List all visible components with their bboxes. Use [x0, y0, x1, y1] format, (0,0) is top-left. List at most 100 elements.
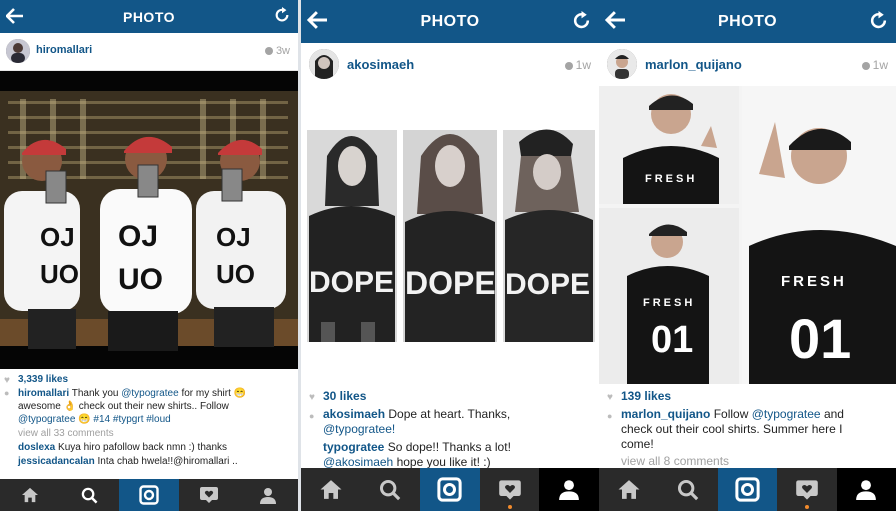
- activity-icon: [199, 487, 218, 503]
- post-photo[interactable]: OJ UO OJ UO OJ UO: [0, 71, 298, 369]
- search-icon: [380, 479, 401, 500]
- comment: jessicadancalan Inta chab hwela!!@hiroma…: [18, 456, 238, 467]
- profile-icon: [856, 480, 877, 500]
- profile-icon: [559, 480, 580, 500]
- post-caption: ♥ 3,339 likes ● hiromallari Thank you @typ…: [0, 373, 298, 468]
- caption-username[interactable]: marlon_quijano: [621, 407, 710, 421]
- avatar[interactable]: [309, 49, 339, 79]
- camera-icon: [139, 485, 159, 505]
- top-bar: PHOTO: [599, 0, 896, 43]
- mention-link[interactable]: @akosimaeh: [323, 455, 393, 469]
- svg-text:UO: UO: [216, 259, 255, 289]
- tab-profile[interactable]: [238, 479, 298, 511]
- tab-search[interactable]: [361, 468, 421, 511]
- caption-username[interactable]: hiromallari: [18, 388, 69, 399]
- panel-marlon-quijano: PHOTO marlon_quijano 1w FRESH FRESH 01 F…: [599, 0, 896, 511]
- svg-text:FRESH: FRESH: [643, 297, 695, 309]
- bottom-tab-bar: [301, 468, 599, 511]
- hashtags[interactable]: 😁 #14 #typgrt #loud: [78, 414, 171, 425]
- post-age: 1w: [861, 58, 888, 72]
- tab-profile[interactable]: [836, 468, 896, 511]
- svg-text:DOPE: DOPE: [505, 268, 590, 301]
- comment: typogratee So dope!! Thanks a lot! @akos…: [323, 440, 511, 469]
- avatar[interactable]: [6, 39, 30, 63]
- likes-count[interactable]: ♥ 139 likes: [607, 389, 874, 404]
- tab-home[interactable]: [301, 468, 361, 511]
- heart-icon: ♥: [4, 375, 10, 386]
- tab-activity[interactable]: [777, 468, 836, 511]
- likes-count[interactable]: ♥ 3,339 likes: [4, 373, 280, 386]
- comment-username[interactable]: jessicadancalan: [18, 456, 95, 467]
- tab-camera[interactable]: [420, 468, 480, 511]
- clock-icon: [264, 47, 273, 55]
- tab-activity[interactable]: [179, 479, 239, 511]
- svg-text:01: 01: [651, 319, 693, 361]
- top-bar: PHOTO: [0, 0, 298, 33]
- caption-text: ● akosimaeh Dope at heart. Thanks, @typog…: [309, 407, 511, 436]
- mention-link[interactable]: @typogratee: [752, 407, 821, 421]
- mention-link[interactable]: @typogratee!: [323, 422, 395, 436]
- tab-search[interactable]: [60, 479, 120, 511]
- avatar[interactable]: [607, 49, 637, 79]
- svg-text:FRESH: FRESH: [781, 273, 847, 290]
- svg-text:UO: UO: [40, 259, 79, 289]
- username[interactable]: akosimaeh: [347, 57, 414, 72]
- panel-akosimaeh: PHOTO akosimaeh 1w DOPE DOPE DOPE ♥ 30 l…: [301, 0, 599, 511]
- notification-dot: [804, 505, 809, 509]
- top-bar: PHOTO: [301, 0, 599, 43]
- comment-username[interactable]: typogratee: [323, 440, 384, 454]
- post-age: 1w: [564, 58, 591, 72]
- svg-text:OJ: OJ: [40, 222, 75, 252]
- username[interactable]: hiromallari: [36, 44, 92, 56]
- tab-activity[interactable]: [480, 468, 540, 511]
- activity-icon: [498, 479, 521, 500]
- svg-text:DOPE: DOPE: [309, 266, 394, 299]
- tab-camera[interactable]: [119, 479, 179, 511]
- search-icon: [81, 487, 98, 503]
- tab-home[interactable]: [599, 468, 658, 511]
- refresh-icon[interactable]: [274, 7, 290, 28]
- page-title: PHOTO: [122, 9, 176, 25]
- caption-text: ● hiromallari Thank you @typogratee for m…: [4, 388, 247, 425]
- post-age: 3w: [264, 45, 290, 57]
- camera-icon: [735, 477, 760, 502]
- view-all-comments[interactable]: view all 8 comments: [621, 454, 874, 469]
- comment-bubble-icon: ●: [309, 411, 315, 421]
- home-icon: [618, 480, 640, 499]
- comment-bubble-icon: ●: [607, 411, 613, 421]
- caption-username[interactable]: akosimaeh: [323, 407, 385, 421]
- notification-dot: [507, 505, 512, 509]
- post-photo[interactable]: DOPE DOPE DOPE: [301, 86, 599, 380]
- mention-link[interactable]: @typogratee: [18, 414, 75, 425]
- tab-home[interactable]: [0, 479, 60, 511]
- refresh-icon[interactable]: [572, 11, 591, 35]
- post-caption: ♥ 139 likes ● marlon_quijano Follow @typog…: [599, 389, 896, 469]
- svg-text:DOPE: DOPE: [405, 265, 496, 301]
- search-icon: [678, 479, 699, 500]
- post-header: marlon_quijano 1w: [599, 43, 896, 87]
- comment-username[interactable]: doslexa: [18, 442, 55, 453]
- svg-text:UO: UO: [118, 263, 163, 296]
- panel-hiromallari: PHOTO hiromallari 3w OJ UO OJ UO OJ UO ♥…: [0, 0, 298, 511]
- mention-link[interactable]: @typogratee: [121, 388, 178, 399]
- likes-count[interactable]: ♥ 30 likes: [309, 389, 577, 404]
- camera-icon: [437, 477, 463, 502]
- home-icon: [21, 487, 38, 503]
- heart-icon: ♥: [309, 392, 315, 403]
- svg-text:OJ: OJ: [216, 222, 251, 252]
- tab-search[interactable]: [658, 468, 717, 511]
- profile-icon: [260, 487, 277, 504]
- tab-profile[interactable]: [539, 468, 599, 511]
- view-all-comments[interactable]: view all 33 comments: [18, 427, 280, 440]
- svg-text:01: 01: [789, 307, 851, 370]
- page-title: PHOTO: [420, 13, 480, 30]
- clock-icon: [861, 62, 870, 70]
- bottom-tab-bar: [599, 468, 896, 511]
- comment-bubble-icon: ●: [4, 388, 10, 398]
- home-icon: [320, 480, 342, 499]
- clock-icon: [564, 62, 573, 70]
- refresh-icon[interactable]: [869, 11, 888, 35]
- tab-camera[interactable]: [717, 468, 778, 511]
- username[interactable]: marlon_quijano: [645, 57, 742, 72]
- post-photo[interactable]: FRESH FRESH 01 FRESH 01: [599, 86, 896, 384]
